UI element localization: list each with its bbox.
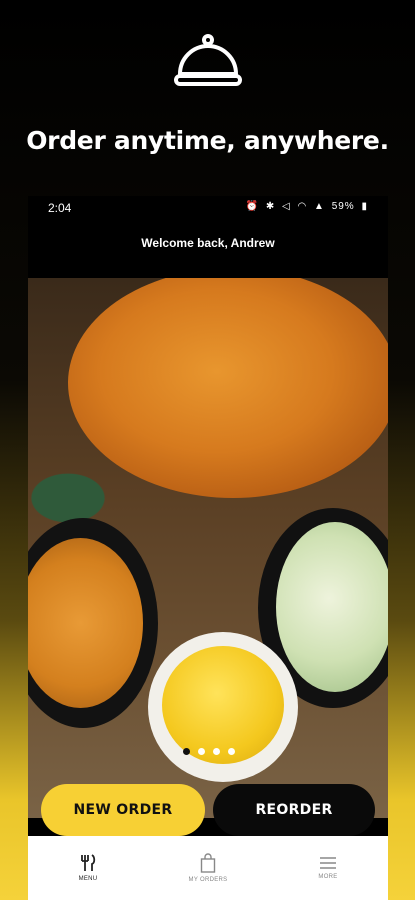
new-order-button[interactable]: NEW ORDER	[41, 784, 205, 836]
nav-item-my-orders[interactable]: MY ORDERS	[148, 836, 268, 900]
cloche-icon	[174, 34, 242, 86]
nav-item-more[interactable]: MORE	[268, 836, 388, 900]
mute-icon: ◁	[282, 201, 291, 212]
battery-level: 59%	[331, 201, 355, 212]
phone-screen: 2:04 ⏰ ✱ ◁ ◠ ▲ 59% ▮ Welcome back, Andre…	[28, 196, 388, 900]
battery-icon: ▮	[361, 201, 368, 212]
hero-carousel[interactable]	[28, 278, 388, 818]
promo-title: Order anytime, anywhere.	[26, 126, 389, 155]
wifi-icon: ◠	[297, 201, 308, 212]
bag-icon	[200, 853, 216, 873]
carousel-dot[interactable]	[183, 748, 190, 755]
nav-label-more: MORE	[318, 874, 338, 880]
reorder-button[interactable]: REORDER	[213, 784, 375, 836]
status-time: 2:04	[48, 201, 72, 215]
alarm-icon: ⏰	[245, 201, 260, 212]
nav-item-menu[interactable]: MENU	[28, 836, 148, 900]
welcome-message: Welcome back, Andrew	[141, 236, 275, 250]
carousel-dot[interactable]	[228, 748, 235, 755]
carousel-indicator	[183, 748, 235, 755]
bottom-nav: MENU MY ORDERS MORE	[28, 836, 388, 900]
bluetooth-icon: ✱	[265, 201, 276, 212]
status-bar: 2:04 ⏰ ✱ ◁ ◠ ▲ 59% ▮	[28, 196, 388, 220]
order-actions: NEW ORDER REORDER	[28, 784, 388, 838]
fork-knife-icon	[81, 854, 96, 871]
hamburger-icon	[320, 857, 336, 869]
hero-image-sauce	[162, 646, 284, 764]
nav-label-menu: MENU	[78, 876, 98, 882]
carousel-dot[interactable]	[213, 748, 220, 755]
status-icons: ⏰ ✱ ◁ ◠ ▲ 59% ▮	[243, 201, 368, 212]
carousel-dot[interactable]	[198, 748, 205, 755]
hero-image-coleslaw	[276, 522, 388, 692]
signal-icon: ▲	[314, 201, 325, 212]
nav-label-my-orders: MY ORDERS	[188, 877, 228, 883]
hero-image-chicken-tenders	[68, 278, 388, 498]
